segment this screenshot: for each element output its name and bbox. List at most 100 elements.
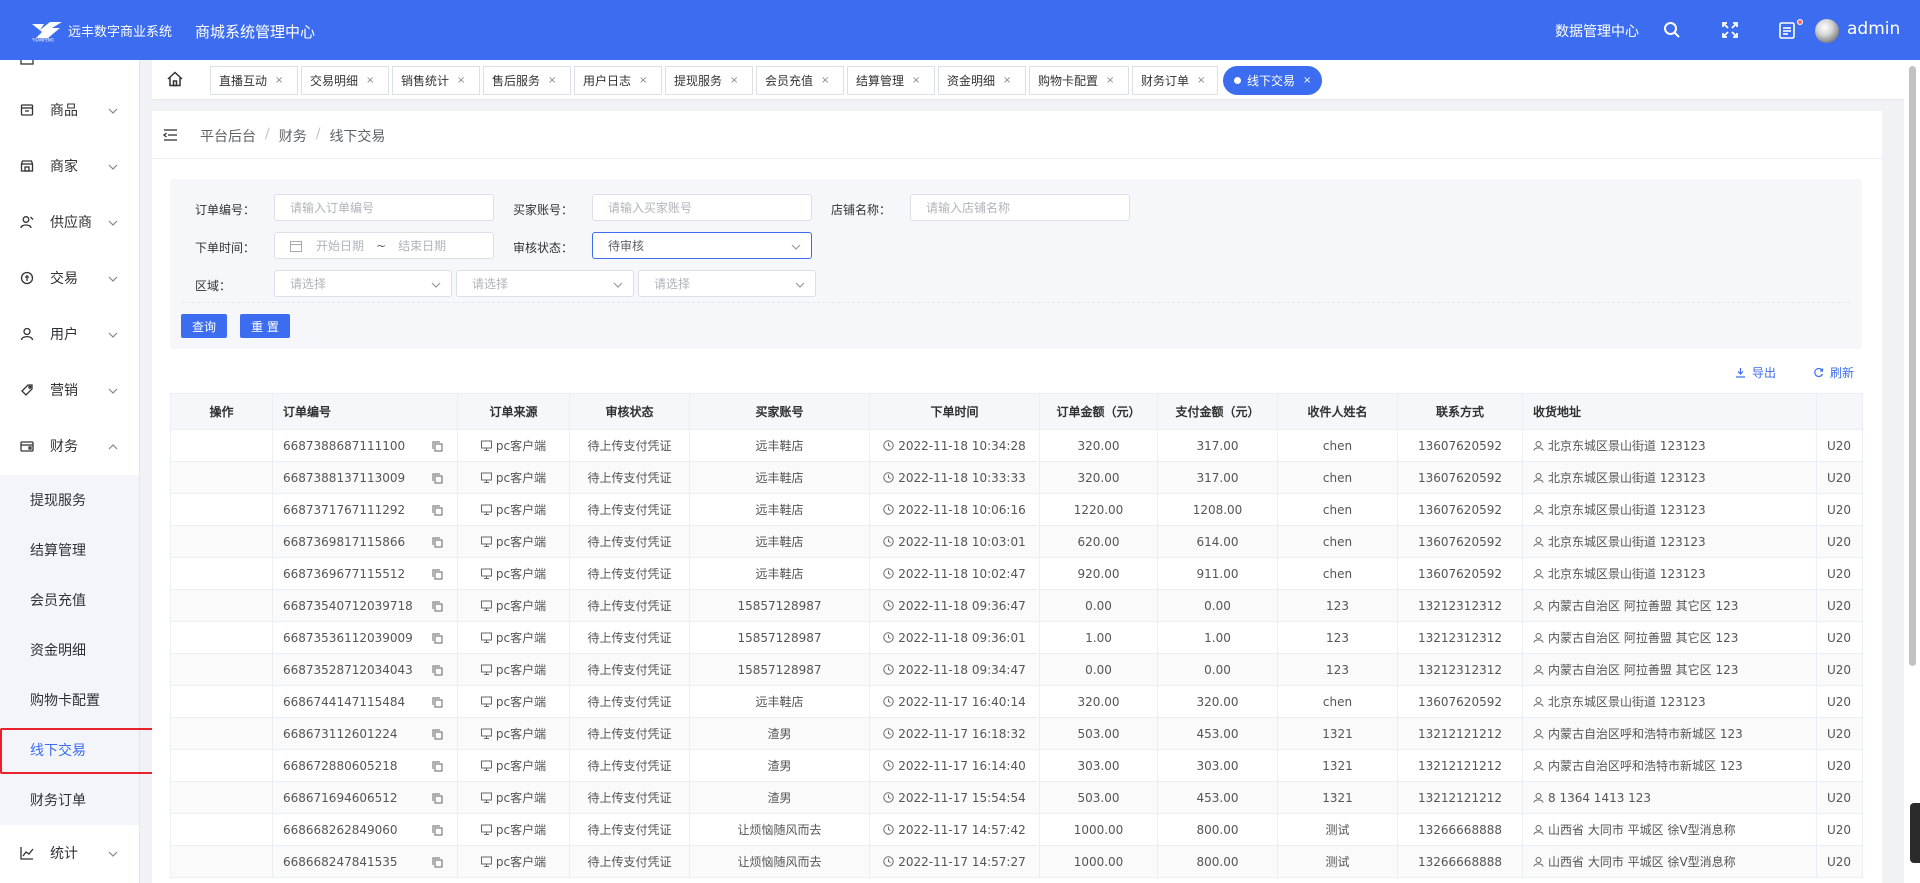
action-cell[interactable] — [170, 557, 273, 590]
admin-name[interactable]: admin — [1847, 19, 1900, 39]
action-cell[interactable] — [170, 525, 273, 558]
copy-icon[interactable] — [432, 505, 443, 516]
buyer-input[interactable]: 请输入买家账号 — [592, 194, 812, 221]
close-icon[interactable]: × — [639, 75, 647, 86]
close-icon[interactable]: × — [1003, 75, 1011, 86]
district-select[interactable]: 请选择 — [638, 270, 816, 297]
tab-trade-detail[interactable]: 交易明细 × — [301, 66, 389, 95]
action-cell[interactable] — [170, 429, 273, 462]
copy-icon[interactable] — [432, 825, 443, 836]
close-icon[interactable]: × — [275, 75, 283, 86]
reset-button[interactable]: 重 置 — [240, 314, 290, 338]
table-row[interactable]: 66873536112039009 pc客户端 待上传支付凭证 15857128987… — [170, 621, 1863, 654]
tab-live[interactable]: 直播互动 × — [210, 66, 298, 95]
copy-icon[interactable] — [432, 697, 443, 708]
action-cell[interactable] — [170, 749, 273, 782]
page-scrollbar[interactable] — [1904, 60, 1920, 883]
copy-icon[interactable] — [432, 601, 443, 612]
copy-icon[interactable] — [432, 729, 443, 740]
table-row[interactable]: 668668247841535 pc客户端 待上传支付凭证 让烦恼随风而去 2022-1… — [170, 845, 1863, 878]
tab-finance-order[interactable]: 财务订单 × — [1132, 66, 1218, 95]
table-row[interactable]: 668672880605218 pc客户端 待上传支付凭证 渣男 2022-11-17 … — [170, 749, 1863, 782]
tab-fund-detail[interactable]: 资金明细 × — [938, 66, 1026, 95]
order-no-input[interactable]: 请输入订单编号 — [274, 194, 494, 221]
action-cell[interactable] — [170, 589, 273, 622]
sidebar-item-user[interactable]: 用户 — [0, 306, 139, 362]
close-icon[interactable]: × — [821, 75, 829, 86]
action-cell[interactable] — [170, 653, 273, 686]
tab-member-recharge[interactable]: 会员充值 × — [756, 66, 844, 95]
close-icon[interactable]: × — [366, 75, 374, 86]
copy-icon[interactable] — [432, 441, 443, 452]
tab-offline-trade[interactable]: 线下交易 × — [1223, 66, 1322, 95]
tab-sales-stats[interactable]: 销售统计 × — [392, 66, 480, 95]
table-row[interactable]: 6686744147115484 pc客户端 待上传支付凭证 远丰鞋店 2022-11-… — [170, 685, 1863, 718]
copy-icon[interactable] — [432, 761, 443, 772]
city-select[interactable]: 请选择 — [456, 270, 634, 297]
breadcrumb-item[interactable]: 平台后台 — [200, 126, 256, 146]
action-cell[interactable] — [170, 781, 273, 814]
close-icon[interactable]: × — [1197, 75, 1205, 86]
floating-widget[interactable] — [1910, 803, 1920, 863]
copy-icon[interactable] — [432, 537, 443, 548]
table-row[interactable]: 6687388137113009 pc客户端 待上传支付凭证 远丰鞋店 2022-11-… — [170, 461, 1863, 494]
action-cell[interactable] — [170, 717, 273, 750]
tab-withdraw[interactable]: 提现服务 × — [665, 66, 753, 95]
copy-icon[interactable] — [432, 569, 443, 580]
avatar[interactable] — [1815, 19, 1839, 43]
table-row[interactable]: 6687388687111100 pc客户端 待上传支付凭证 远丰鞋店 2022-11-… — [170, 429, 1863, 462]
table-row[interactable]: 668673112601224 pc客户端 待上传支付凭证 渣男 2022-11-17 … — [170, 717, 1863, 750]
tab-settlement[interactable]: 结算管理 × — [847, 66, 935, 95]
message-icon[interactable] — [1777, 20, 1797, 40]
table-row[interactable]: 668671694606512 pc客户端 待上传支付凭证 渣男 2022-11-17 … — [170, 781, 1863, 814]
action-cell[interactable] — [170, 621, 273, 654]
scrollbar-thumb[interactable] — [1909, 66, 1916, 666]
action-cell[interactable] — [170, 845, 273, 878]
copy-icon[interactable] — [432, 633, 443, 644]
sidebar-item-store[interactable]: 商家 — [0, 138, 139, 194]
sidebar-item-finance[interactable]: 财务 — [0, 418, 139, 474]
sidebar-item-supplier[interactable]: 供应商 — [0, 194, 139, 250]
table-row[interactable]: 6687369817115866 pc客户端 待上传支付凭证 远丰鞋店 2022-11-… — [170, 525, 1863, 558]
home-icon[interactable] — [166, 70, 186, 90]
copy-icon[interactable] — [432, 793, 443, 804]
breadcrumb-item[interactable]: 财务 — [279, 126, 307, 146]
brand-logo[interactable]: YUANFENG 远丰数字商业系统 — [30, 18, 172, 43]
sidebar-sub-fund-detail[interactable]: 资金明细 — [0, 625, 139, 675]
data-center-link[interactable]: 数据管理中心 — [1555, 21, 1639, 41]
close-icon[interactable]: × — [1106, 75, 1114, 86]
sidebar-item-marketing[interactable]: 营销 — [0, 362, 139, 418]
query-button[interactable]: 查询 — [181, 314, 227, 338]
tab-user-log[interactable]: 用户日志 × — [574, 66, 662, 95]
table-row[interactable]: 6687369677115512 pc客户端 待上传支付凭证 远丰鞋店 2022-11-… — [170, 557, 1863, 590]
table-row[interactable]: 6687371767111292 pc客户端 待上传支付凭证 远丰鞋店 2022-11-… — [170, 493, 1863, 526]
audit-status-select[interactable]: 待审核 — [592, 232, 812, 259]
sidebar-sub-card-config[interactable]: 购物卡配置 — [0, 675, 139, 725]
close-icon[interactable]: × — [912, 75, 920, 86]
sidebar-item-product[interactable]: 商品 — [0, 82, 139, 138]
sidebar-sub-finance-order[interactable]: 财务订单 — [0, 775, 139, 825]
export-button[interactable]: 导出 — [1735, 364, 1776, 381]
search-icon[interactable] — [1662, 20, 1682, 40]
action-cell[interactable] — [170, 685, 273, 718]
table-row[interactable]: 668668262849060 pc客户端 待上传支付凭证 让烦恼随风而去 2022-1… — [170, 813, 1863, 846]
shop-input[interactable]: 请输入店铺名称 — [910, 194, 1130, 221]
fullscreen-icon[interactable] — [1720, 20, 1740, 40]
refresh-button[interactable]: 刷新 — [1813, 364, 1854, 381]
action-cell[interactable] — [170, 461, 273, 494]
sidebar-sub-withdraw[interactable]: 提现服务 — [0, 475, 139, 525]
sidebar-item-trade[interactable]: 交易 — [0, 250, 139, 306]
close-icon[interactable]: × — [548, 75, 556, 86]
collapse-menu-icon[interactable] — [162, 127, 178, 143]
close-icon[interactable]: × — [457, 75, 465, 86]
tab-after-sale[interactable]: 售后服务 × — [483, 66, 571, 95]
sidebar-sub-settlement[interactable]: 结算管理 — [0, 525, 139, 575]
table-row[interactable]: 66873540712039718 pc客户端 待上传支付凭证 15857128987… — [170, 589, 1863, 622]
sidebar-item-stats[interactable]: 统计 — [0, 825, 139, 881]
sidebar-sub-member-recharge[interactable]: 会员充值 — [0, 575, 139, 625]
province-select[interactable]: 请选择 — [274, 270, 452, 297]
copy-icon[interactable] — [432, 473, 443, 484]
close-icon[interactable]: × — [730, 75, 738, 86]
action-cell[interactable] — [170, 813, 273, 846]
tab-card-config[interactable]: 购物卡配置 × — [1029, 66, 1129, 95]
